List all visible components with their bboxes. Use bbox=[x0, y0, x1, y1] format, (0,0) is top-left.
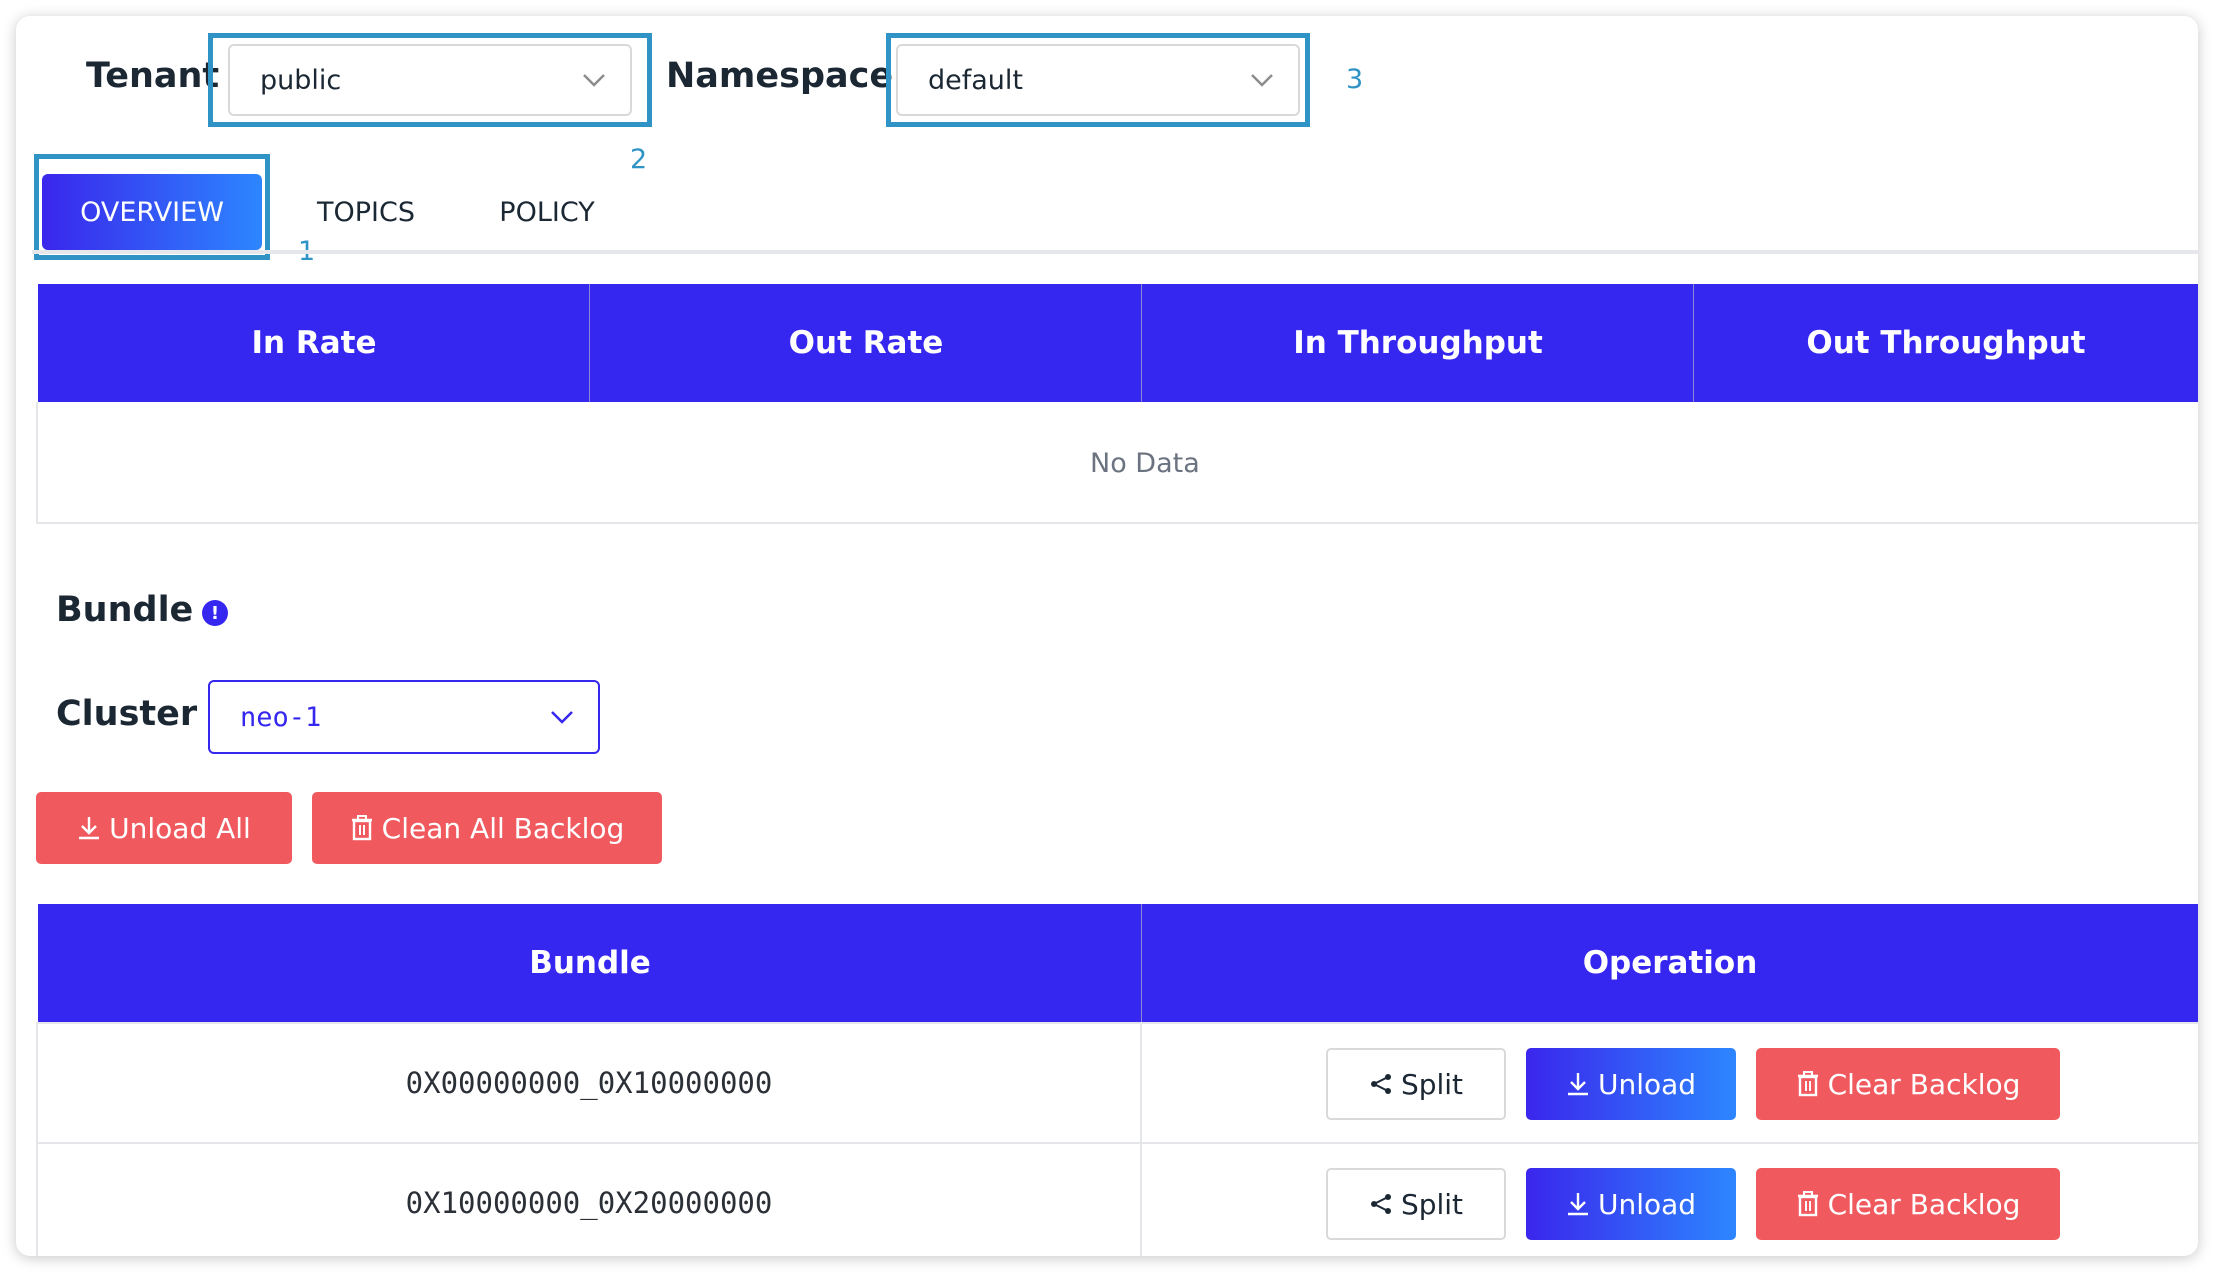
info-icon[interactable]: ! bbox=[202, 600, 228, 626]
tab-policy[interactable]: POLICY bbox=[472, 174, 622, 250]
highlight-box-namespace bbox=[886, 33, 1310, 127]
unload-all-button[interactable]: Unload All bbox=[36, 792, 292, 864]
column-header-out-throughput: Out Throughput bbox=[1694, 284, 2198, 402]
download-icon bbox=[79, 817, 100, 840]
download-icon bbox=[1567, 1193, 1588, 1216]
cluster-select-value: neo-1 bbox=[240, 701, 322, 733]
highlight-box-overview bbox=[34, 154, 270, 260]
highlight-box-tenant bbox=[208, 33, 652, 127]
column-header-bundle: Bundle bbox=[38, 904, 1142, 1022]
download-icon bbox=[1567, 1073, 1588, 1096]
cluster-label: Cluster bbox=[56, 694, 198, 734]
column-divider bbox=[1141, 284, 1142, 402]
empty-state-text: No Data bbox=[1090, 448, 1200, 479]
unload-all-label: Unload All bbox=[109, 811, 251, 845]
column-divider bbox=[589, 284, 590, 402]
cluster-select[interactable]: neo-1 bbox=[208, 680, 600, 754]
column-divider bbox=[1141, 904, 1142, 1022]
tab-bar-underline bbox=[32, 250, 2198, 254]
page-card: Tenant public Namespace default 3 2 OVER… bbox=[16, 16, 2198, 1256]
split-label: Split bbox=[1400, 1187, 1464, 1221]
trash-icon bbox=[351, 815, 372, 841]
table-row-bundle-cell: 0X00000000_0X10000000 bbox=[36, 1022, 1142, 1144]
clear-backlog-label: Clear Backlog bbox=[1827, 1067, 2021, 1101]
chevron-down-icon bbox=[551, 711, 573, 724]
unload-button[interactable]: Unload bbox=[1526, 1048, 1736, 1120]
clean-all-backlog-label: Clean All Backlog bbox=[381, 811, 625, 845]
clear-backlog-button[interactable]: Clear Backlog bbox=[1756, 1168, 2060, 1240]
table-row-bundle-cell: 0X10000000_0X20000000 bbox=[36, 1142, 1142, 1256]
annotation-3: 3 bbox=[1336, 60, 1374, 99]
split-button[interactable]: Split bbox=[1326, 1168, 1506, 1240]
clean-all-backlog-button[interactable]: Clean All Backlog bbox=[312, 792, 662, 864]
bundle-section-title: Bundle bbox=[56, 590, 194, 630]
unload-button[interactable]: Unload bbox=[1526, 1168, 1736, 1240]
trash-icon bbox=[1797, 1071, 1818, 1097]
share-icon bbox=[1370, 1194, 1391, 1214]
split-button[interactable]: Split bbox=[1326, 1048, 1506, 1120]
unload-label: Unload bbox=[1597, 1187, 1697, 1221]
column-header-out-rate: Out Rate bbox=[590, 284, 1142, 402]
clear-backlog-button[interactable]: Clear Backlog bbox=[1756, 1048, 2060, 1120]
unload-label: Unload bbox=[1597, 1067, 1697, 1101]
namespace-label: Namespace bbox=[666, 56, 894, 96]
column-header-operation: Operation bbox=[1142, 904, 2198, 1022]
column-header-in-rate: In Rate bbox=[38, 284, 590, 402]
trash-icon bbox=[1797, 1191, 1818, 1217]
column-header-in-throughput: In Throughput bbox=[1142, 284, 1694, 402]
annotation-2: 2 bbox=[620, 140, 658, 179]
split-label: Split bbox=[1400, 1067, 1464, 1101]
column-divider bbox=[1693, 284, 1694, 402]
clear-backlog-label: Clear Backlog bbox=[1827, 1187, 2021, 1221]
share-icon bbox=[1370, 1074, 1391, 1094]
tenant-label: Tenant bbox=[86, 56, 220, 96]
